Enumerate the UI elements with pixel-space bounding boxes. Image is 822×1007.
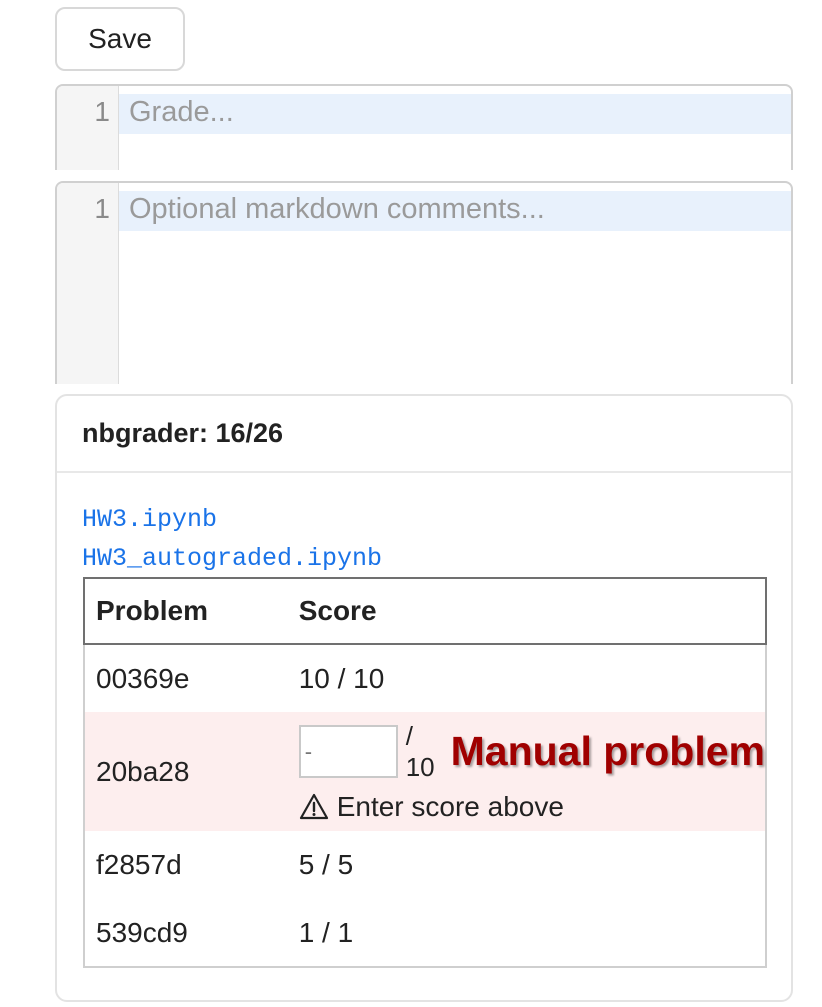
problem-id: f2857d bbox=[96, 849, 182, 880]
warning-text: Enter score above bbox=[336, 790, 564, 822]
score-input[interactable] bbox=[298, 725, 398, 778]
table-row-manual: 20ba28 / 10 Manual problem Enter score a… bbox=[84, 712, 766, 831]
manual-problem-label: Manual problem bbox=[450, 728, 765, 774]
warning-triangle-icon bbox=[299, 793, 328, 820]
grade-placeholder: Grade... bbox=[129, 96, 234, 128]
line-number: 1 bbox=[94, 96, 110, 127]
nbgrader-panel: nbgrader: 16/26 HW3.ipynb HW3_autograded… bbox=[55, 394, 793, 1002]
score-value: 1 / 1 bbox=[298, 916, 354, 948]
table-header-row: Problem Score bbox=[83, 577, 767, 645]
problem-id: 20ba28 bbox=[84, 712, 288, 831]
problem-id: 00369e bbox=[96, 662, 190, 694]
panel-title: nbgrader: 16/26 bbox=[57, 396, 791, 473]
comments-editor[interactable]: 1 Optional markdown comments... bbox=[55, 181, 793, 384]
save-button[interactable]: Save bbox=[55, 7, 185, 71]
column-header-problem: Problem bbox=[84, 578, 288, 645]
table-row: 539cd9 1 / 1 bbox=[84, 899, 766, 967]
problem-id: 539cd9 bbox=[96, 916, 188, 948]
notebook-link[interactable]: HW3.ipynb bbox=[82, 500, 382, 539]
score-max: / 10 bbox=[405, 720, 435, 782]
manual-score-cell: / 10 Manual problem Enter score above bbox=[287, 712, 766, 831]
score-value: 10 / 10 bbox=[298, 662, 385, 694]
grades-table: Problem Score 00369e 10 / 10 20ba28 / 10… bbox=[83, 577, 767, 968]
column-header-score: Score bbox=[287, 578, 766, 645]
comments-placeholder: Optional markdown comments... bbox=[129, 193, 545, 225]
score-value: 5 / 5 bbox=[298, 849, 354, 880]
line-gutter: 1 bbox=[57, 183, 119, 384]
grade-editor[interactable]: 1 Grade... bbox=[55, 84, 793, 170]
line-gutter: 1 bbox=[57, 86, 119, 170]
line-number: 1 bbox=[94, 193, 110, 224]
autograded-notebook-link[interactable]: HW3_autograded.ipynb bbox=[82, 539, 382, 578]
table-row: 00369e 10 / 10 bbox=[84, 644, 766, 712]
table-row: f2857d 5 / 5 bbox=[84, 831, 766, 899]
notebook-links: HW3.ipynb HW3_autograded.ipynb bbox=[82, 500, 382, 578]
